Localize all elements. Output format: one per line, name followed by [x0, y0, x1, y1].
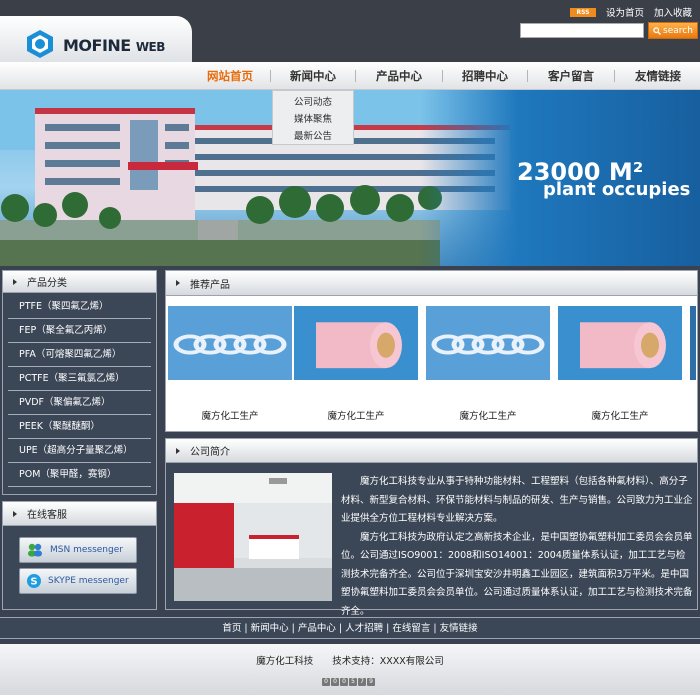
online-service-title: 在线客服 — [27, 510, 67, 521]
product-caption[interactable]: 魔方化工生产 — [294, 408, 418, 422]
category-item-pvdf[interactable]: PVDF（聚偏氟乙烯） — [8, 391, 151, 415]
category-item-pctfe[interactable]: PCTFE（聚三氟氯乙烯） — [8, 367, 151, 391]
skype-icon: S — [27, 574, 41, 588]
main-nav: 网站首页 新闻中心 产品中心 招聘中心 客户留言 友情链接 — [0, 62, 700, 90]
counter-digit: 7 — [358, 678, 366, 686]
intro-header: 公司简介 — [166, 439, 697, 463]
logo-text[interactable]: MOFINE WEB — [63, 36, 165, 55]
nav-messages[interactable]: 客户留言 — [528, 62, 614, 90]
visit-counter: 0 0 0 5 7 9 — [322, 678, 375, 686]
products-header: 推荐产品 — [166, 271, 697, 296]
products-title: 推荐产品 — [190, 279, 230, 291]
category-item-pom[interactable]: POM（聚甲醛，赛钢） — [8, 463, 151, 487]
nav-products[interactable]: 产品中心 — [356, 62, 442, 90]
intro-title: 公司简介 — [190, 447, 230, 458]
product-caption[interactable]: 魔方化工生产 — [558, 408, 682, 422]
arrow-right-icon — [13, 510, 17, 517]
set-homepage-link[interactable]: 设为首页 — [606, 5, 644, 19]
add-favorite-link[interactable]: 加入收藏 — [654, 5, 692, 19]
intro-paragraph: 魔方化工科技为政府认定之高新技术企业，是中国塑协氟塑料加工委员会会员单位。公司通… — [341, 531, 693, 617]
product-caption[interactable]: 魔方化工生产 — [168, 408, 292, 422]
arrow-right-icon — [176, 447, 180, 454]
online-service-header: 在线客服 — [3, 502, 156, 526]
intro-paragraph: 魔方化工科技专业从事于特种功能材料、工程塑料（包括各种氟材料）、高分子材料、新型… — [341, 476, 693, 524]
rss-icon[interactable]: RSS — [569, 7, 596, 17]
category-item-pfa[interactable]: PFA（可熔聚四氟乙烯） — [8, 343, 151, 367]
office-lobby-photo — [174, 473, 332, 601]
product-image-roll[interactable] — [558, 306, 682, 380]
counter-digit: 0 — [322, 678, 330, 686]
category-item-upe[interactable]: UPE（超高分子量聚乙烯） — [8, 439, 151, 463]
top-links: RSS 设为首页 加入收藏 — [569, 5, 692, 19]
search-icon — [653, 26, 662, 35]
footer: 魔方化工科技 技术支持：XXXX有限公司 0 0 0 5 7 9 — [0, 644, 700, 695]
arrow-right-icon — [176, 280, 180, 286]
news-dropdown-menu: 公司动态 媒体聚焦 最新公告 — [272, 90, 354, 145]
dropdown-item-company-news[interactable]: 公司动态 — [273, 94, 353, 111]
counter-digit: 0 — [340, 678, 348, 686]
msn-icon — [28, 543, 42, 557]
search-button[interactable]: search — [648, 22, 698, 39]
logo-icon — [27, 30, 53, 58]
product-image-rings[interactable] — [168, 306, 292, 380]
counter-digit: 9 — [367, 678, 375, 686]
nav-news[interactable]: 新闻中心 — [271, 62, 355, 90]
dropdown-item-media[interactable]: 媒体聚焦 — [273, 111, 353, 128]
counter-digit: 5 — [349, 678, 357, 686]
msn-messenger-button[interactable]: MSN messenger — [19, 537, 137, 563]
category-panel: 产品分类 PTFE（聚四氟乙烯） FEP（聚全氟乙丙烯） PFA（可熔聚四氟乙烯… — [2, 270, 157, 495]
banner-subline: plant occupies — [543, 179, 691, 200]
product-image-rings[interactable] — [426, 306, 550, 380]
footer-links[interactable]: 首页 | 新闻中心 | 产品中心 | 人才招聘 | 在线留言 | 友情链接 — [0, 617, 700, 639]
nav-jobs[interactable]: 招聘中心 — [443, 62, 527, 90]
intro-text: 魔方化工科技专业从事于特种功能材料、工程塑料（包括各种氟材料）、高分子材料、新型… — [341, 473, 693, 621]
dropdown-item-announcements[interactable]: 最新公告 — [273, 128, 353, 145]
svg-text:S: S — [30, 577, 37, 588]
product-image-roll[interactable] — [294, 306, 418, 380]
category-item-ptfe[interactable]: PTFE（聚四氟乙烯） — [8, 295, 151, 319]
counter-digit: 0 — [331, 678, 339, 686]
online-service-panel: 在线客服 MSN messenger S SKYPE messenger — [2, 501, 157, 610]
product-image-partial — [690, 306, 696, 380]
arrow-right-icon — [13, 278, 17, 285]
category-item-fep[interactable]: FEP（聚全氟乙丙烯） — [8, 319, 151, 343]
nav-home[interactable]: 网站首页 — [190, 62, 270, 90]
product-caption[interactable]: 魔方化工生产 — [426, 408, 550, 422]
recommended-products: 推荐产品 魔方化工生产 魔方化工生产 魔方化工生产 魔方化工生产 — [165, 270, 698, 432]
category-item-peek[interactable]: PEEK（聚醚醚酮） — [8, 415, 151, 439]
category-title: 产品分类 — [27, 278, 67, 289]
company-intro-panel: 公司简介 魔方化工科技专业从事于特种功能材料、工程塑料（包括各种氟材料）、高分子… — [165, 438, 698, 617]
category-header: 产品分类 — [3, 271, 156, 293]
search-input[interactable] — [520, 23, 644, 38]
nav-links[interactable]: 友情链接 — [615, 62, 700, 90]
skype-messenger-button[interactable]: S SKYPE messenger — [19, 568, 137, 594]
footer-copyright: 魔方化工科技 技术支持：XXXX有限公司 — [256, 656, 444, 667]
